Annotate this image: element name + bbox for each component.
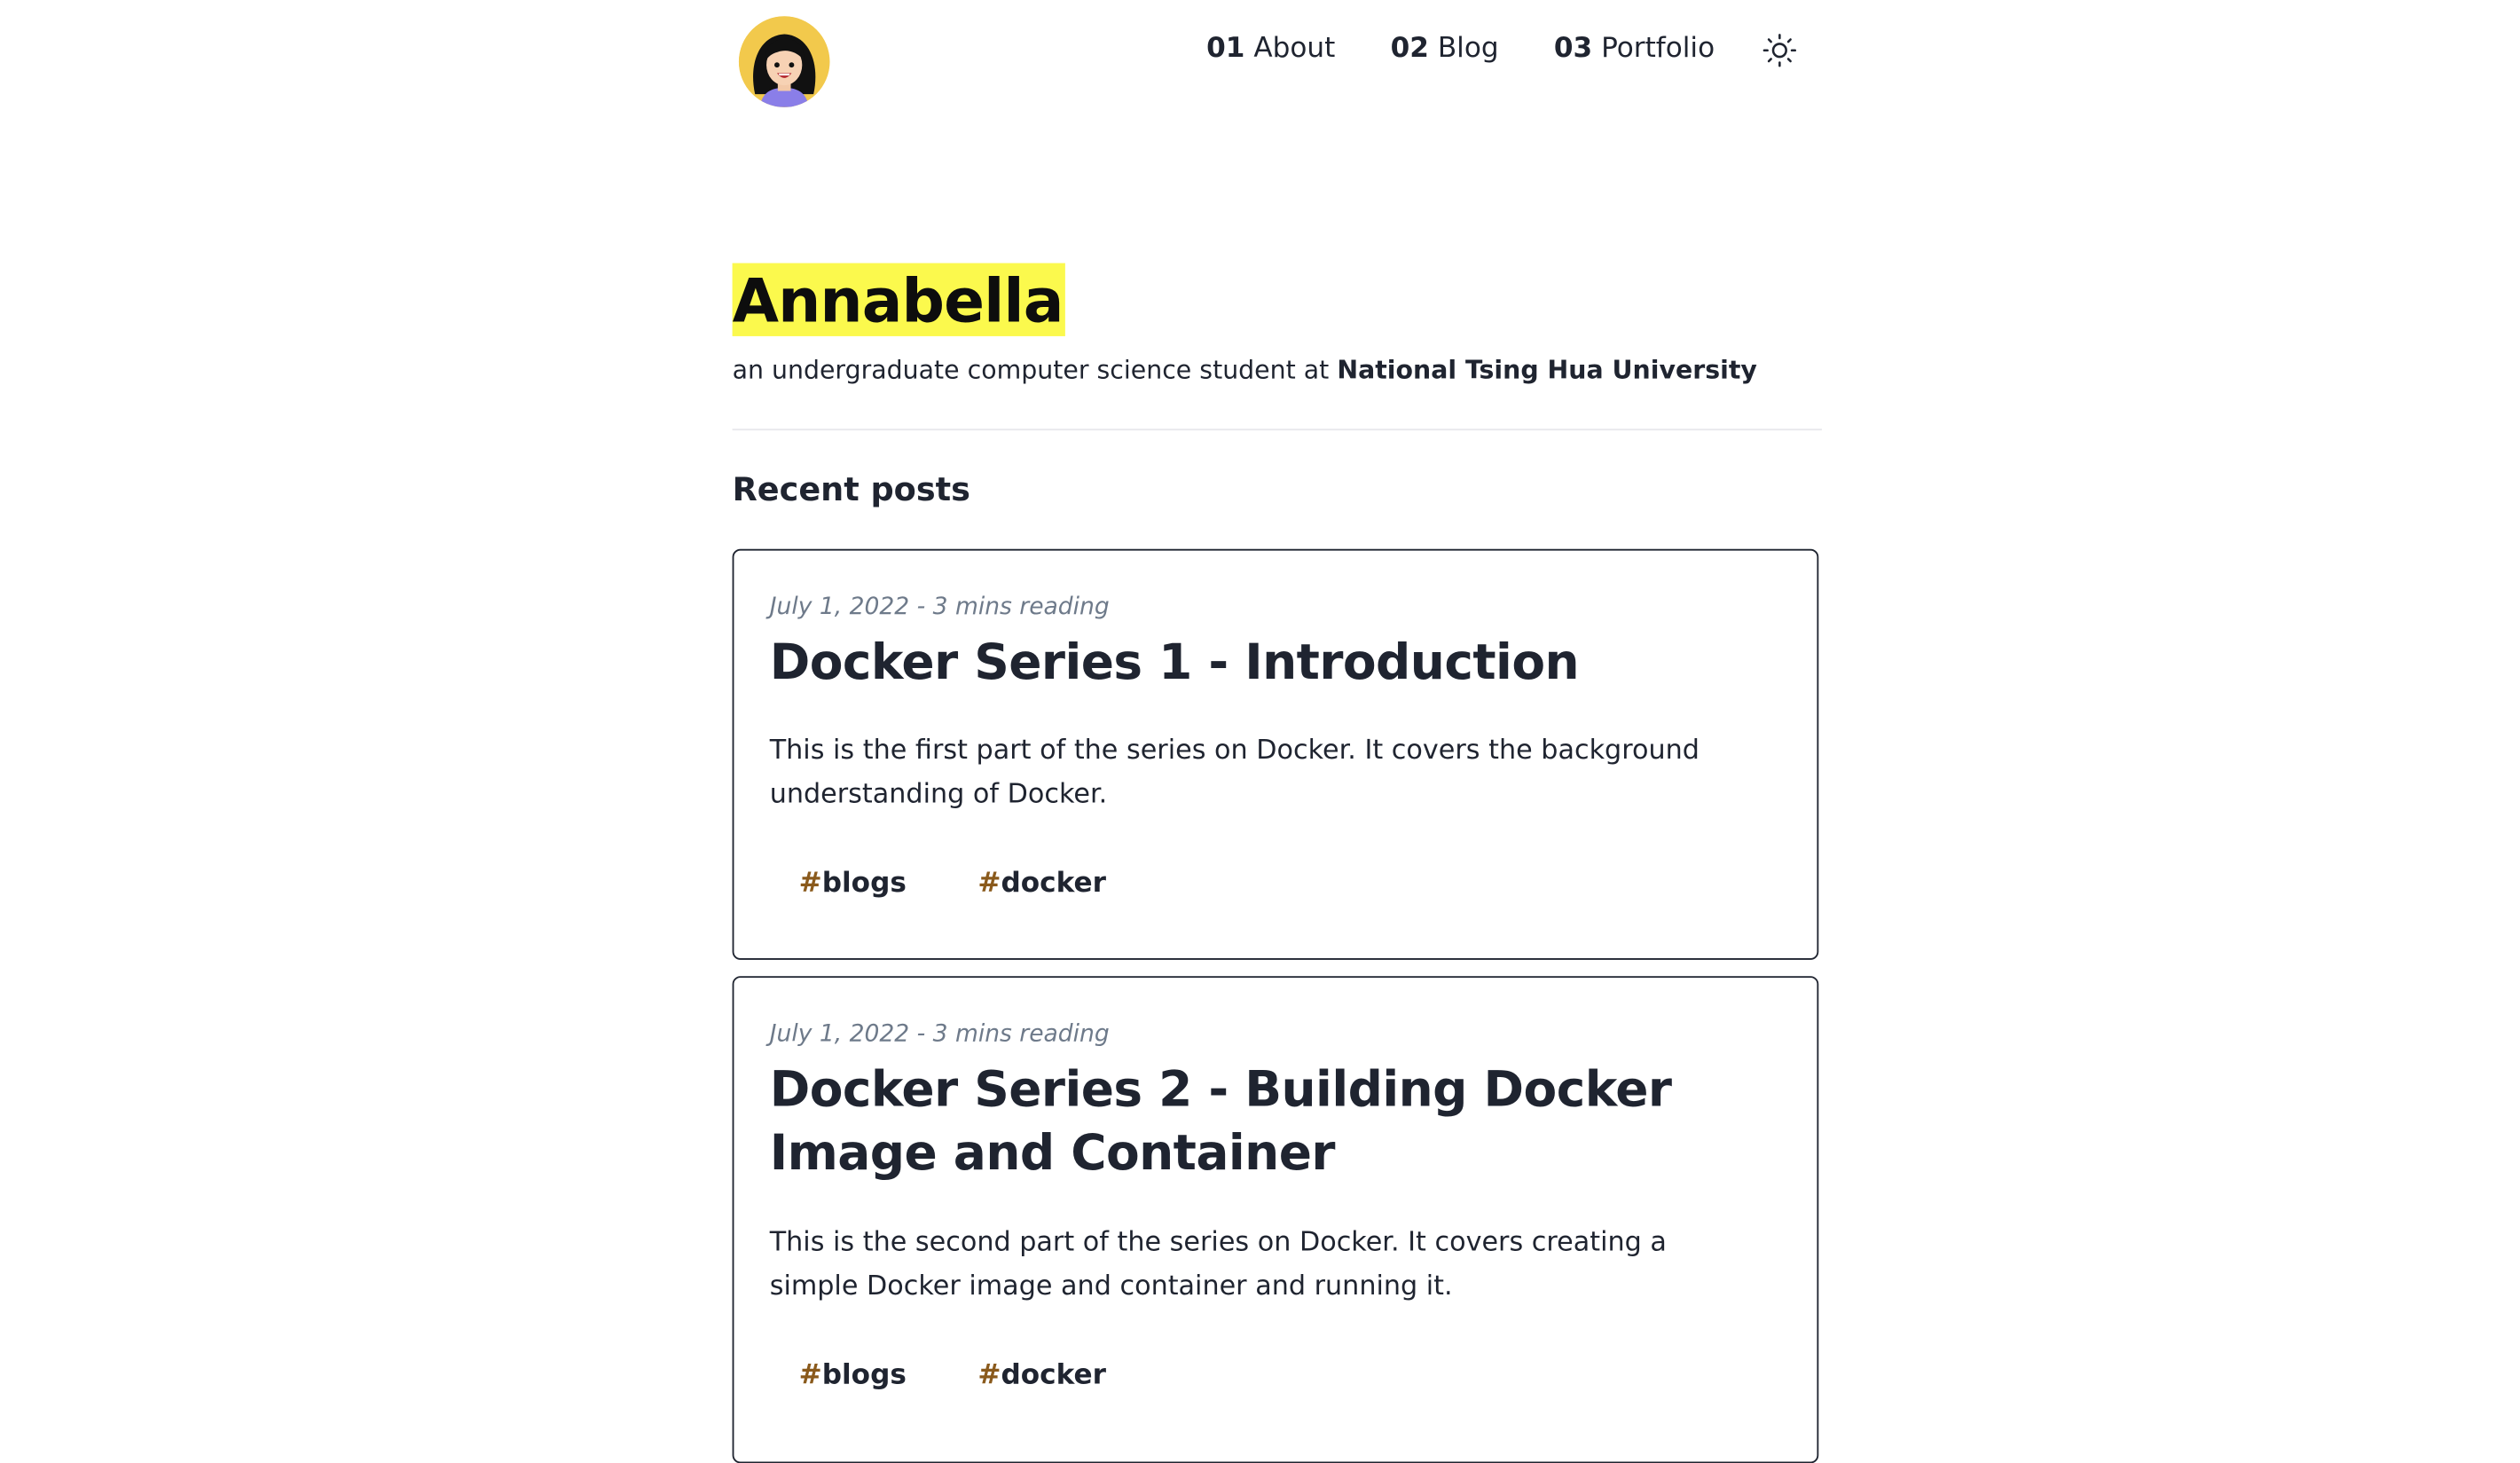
tag-blogs[interactable]: #blogs bbox=[799, 1359, 907, 1392]
nav-about[interactable]: 01 About bbox=[1206, 33, 1335, 66]
post-card[interactable]: July 1, 2022 - 3 mins reading Docker Ser… bbox=[732, 548, 1819, 960]
theme-toggle-button[interactable] bbox=[1762, 33, 1797, 68]
post-meta: July 1, 2022 - 3 mins reading bbox=[769, 1021, 1110, 1048]
post-meta: July 1, 2022 - 3 mins reading bbox=[769, 594, 1110, 621]
main-nav: 01 About 02 Blog 03 Portfolio bbox=[1206, 33, 1715, 66]
university-name: National Tsing Hua University bbox=[1337, 355, 1757, 385]
hash-icon: # bbox=[977, 867, 1001, 901]
tag-label: docker bbox=[1001, 1359, 1106, 1392]
tag-blogs[interactable]: #blogs bbox=[799, 868, 907, 901]
nav-number: 01 bbox=[1206, 32, 1245, 66]
tag-label: blogs bbox=[821, 1359, 907, 1392]
post-title[interactable]: Docker Series 1 - Introduction bbox=[770, 632, 1793, 695]
post-card[interactable]: July 1, 2022 - 3 mins reading Docker Ser… bbox=[732, 976, 1819, 1463]
tag-docker[interactable]: #docker bbox=[977, 868, 1106, 901]
page: 01 About 02 Blog 03 Portfolio Annabella … bbox=[0, 0, 2520, 1463]
post-tags: #blogs #docker bbox=[799, 868, 1106, 901]
post-tags: #blogs #docker bbox=[799, 1359, 1106, 1392]
nav-label: Blog bbox=[1437, 32, 1499, 66]
hash-icon: # bbox=[798, 867, 822, 901]
nav-number: 02 bbox=[1390, 32, 1429, 66]
nav-blog[interactable]: 02 Blog bbox=[1391, 33, 1499, 66]
hero-name: Annabella bbox=[732, 263, 1065, 336]
avatar-illustration bbox=[738, 16, 830, 107]
avatar[interactable] bbox=[738, 16, 830, 107]
site-header: 01 About 02 Blog 03 Portfolio bbox=[733, 0, 1822, 114]
nav-label: About bbox=[1253, 32, 1336, 66]
post-description: This is the first part of the series on … bbox=[769, 734, 1700, 808]
tag-label: docker bbox=[1001, 867, 1106, 901]
nav-portfolio[interactable]: 03 Portfolio bbox=[1554, 33, 1715, 66]
recent-posts-heading: Recent posts bbox=[732, 469, 970, 508]
nav-number: 03 bbox=[1553, 32, 1593, 66]
tag-docker[interactable]: #docker bbox=[977, 1359, 1106, 1392]
divider bbox=[732, 429, 1822, 431]
post-title[interactable]: Docker Series 2 - Building Docker Image … bbox=[770, 1059, 1793, 1186]
sun-icon bbox=[1762, 34, 1797, 67]
hash-icon: # bbox=[798, 1359, 822, 1392]
post-description: This is the second part of the series on… bbox=[769, 1226, 1667, 1301]
hero-subtitle-text: an undergraduate computer science studen… bbox=[732, 355, 1338, 385]
tag-label: blogs bbox=[821, 867, 907, 901]
hero-subtitle: an undergraduate computer science studen… bbox=[733, 356, 1757, 385]
hash-icon: # bbox=[977, 1359, 1001, 1392]
nav-label: Portfolio bbox=[1601, 32, 1715, 66]
